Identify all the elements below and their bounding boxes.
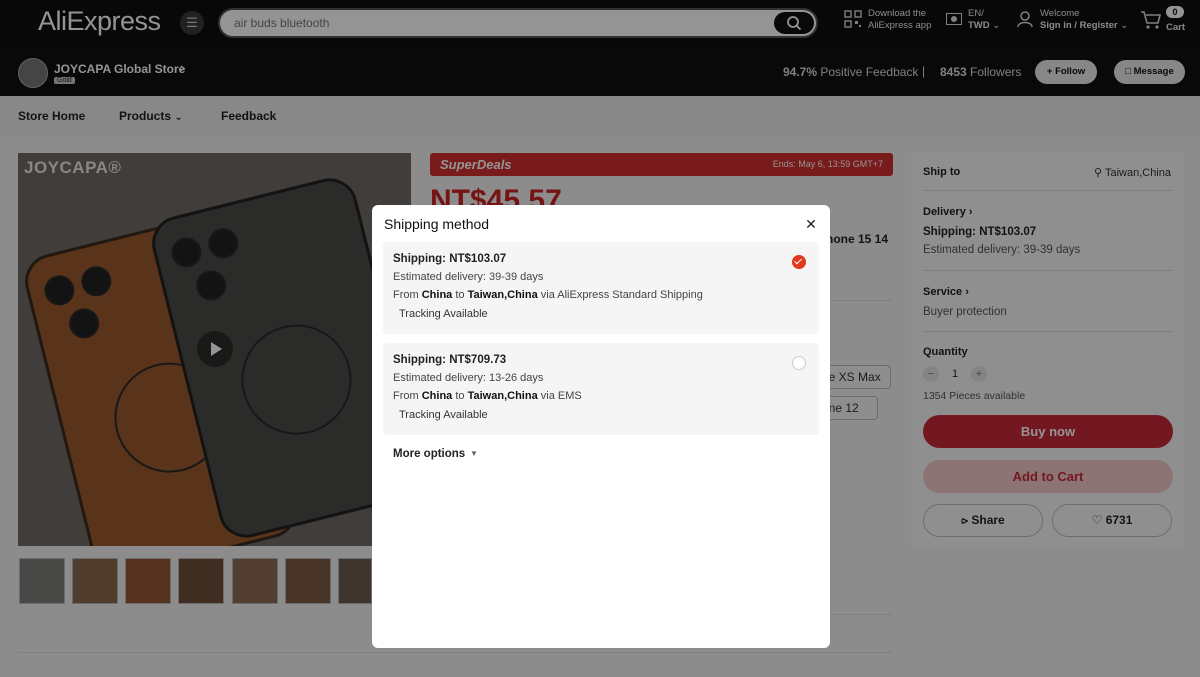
dialog-title: Shipping method: [384, 216, 490, 232]
shipping-route: From China to Taiwan,China via AliExpres…: [393, 289, 703, 301]
shipping-route: From China to Taiwan,China via EMS: [393, 390, 582, 402]
shipping-price: Shipping: NT$709.73: [393, 354, 507, 366]
more-options-toggle[interactable]: More options: [393, 448, 465, 460]
shipping-price: Shipping: NT$103.07: [393, 253, 507, 265]
radio-selected[interactable]: [792, 255, 806, 269]
radio-unselected[interactable]: [792, 356, 806, 370]
shipping-method-dialog: Shipping method ✕ Shipping: NT$103.07 Es…: [372, 205, 830, 648]
chevron-down-icon[interactable]: ▼: [470, 449, 478, 458]
tracking-tag: Tracking Available: [399, 308, 488, 320]
close-icon[interactable]: ✕: [802, 215, 820, 233]
shipping-option-ems[interactable]: Shipping: NT$709.73 Estimated delivery: …: [383, 343, 819, 435]
shipping-eta: Estimated delivery: 39-39 days: [393, 271, 544, 283]
shipping-option-standard[interactable]: Shipping: NT$103.07 Estimated delivery: …: [383, 242, 819, 334]
tracking-tag: Tracking Available: [399, 409, 488, 421]
shipping-eta: Estimated delivery: 13-26 days: [393, 372, 544, 384]
